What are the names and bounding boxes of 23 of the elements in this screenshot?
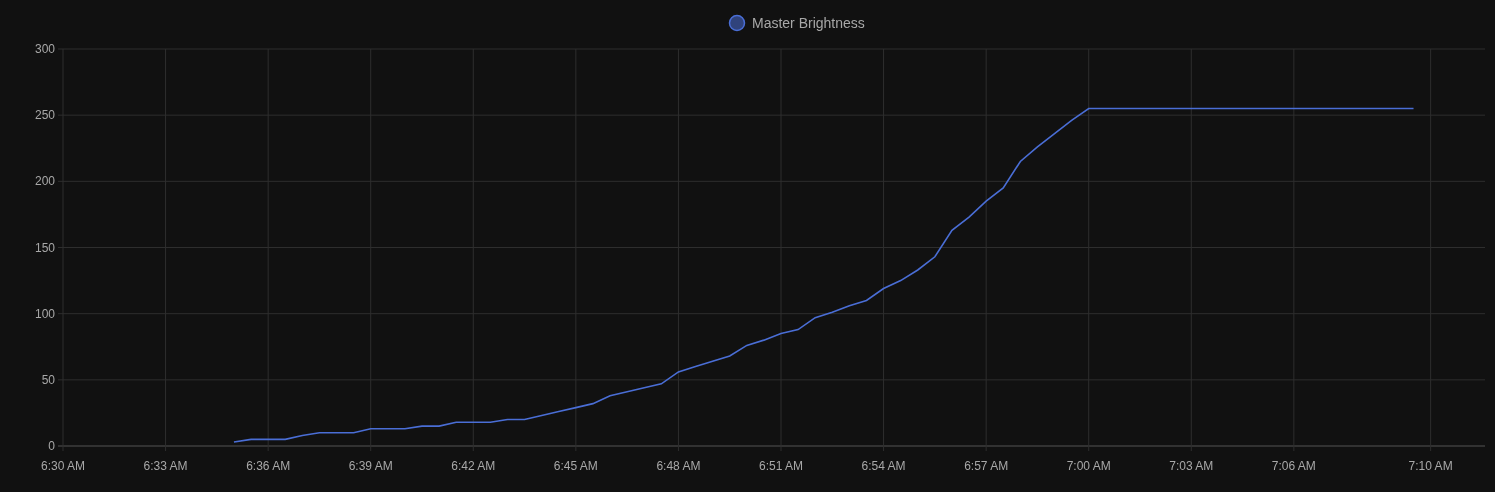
legend-marker-icon[interactable] (728, 14, 746, 32)
axis-tick-label: 6:39 AM (348, 459, 393, 473)
axis-tick-label: 7:00 AM (1066, 459, 1111, 473)
axis-tick-label: 7:03 AM (1169, 459, 1214, 473)
axis-tick-label: 6:57 AM (964, 459, 1009, 473)
axis-tick-label: 7:06 AM (1271, 459, 1316, 473)
axis-tick-label: 6:51 AM (759, 459, 803, 473)
axis-tick-label: 6:36 AM (246, 459, 291, 473)
axis-tick-label: 250 (34, 108, 55, 123)
axis-tick-label: 6:42 AM (451, 459, 496, 473)
axis-tick-label: 100 (34, 306, 55, 321)
axis-tick-label: 50 (41, 372, 55, 387)
axis-tick-label: 150 (34, 240, 55, 255)
axis-tick-label: 6:30 AM (41, 459, 85, 473)
axis-tick-label: 6:45 AM (553, 459, 598, 473)
axis-tick-label: 200 (34, 174, 55, 189)
axis-tick-label: 6:48 AM (656, 459, 701, 473)
axis-tick-label: 0 (48, 439, 55, 453)
legend-label[interactable]: Master Brightness (752, 14, 865, 31)
axis-tick-label: 7:10 AM (1408, 459, 1453, 473)
axis-tick-label: 6:33 AM (143, 459, 188, 473)
axis-tick-label: 6:54 AM (861, 459, 906, 473)
axis-tick-label: 300 (34, 42, 55, 56)
